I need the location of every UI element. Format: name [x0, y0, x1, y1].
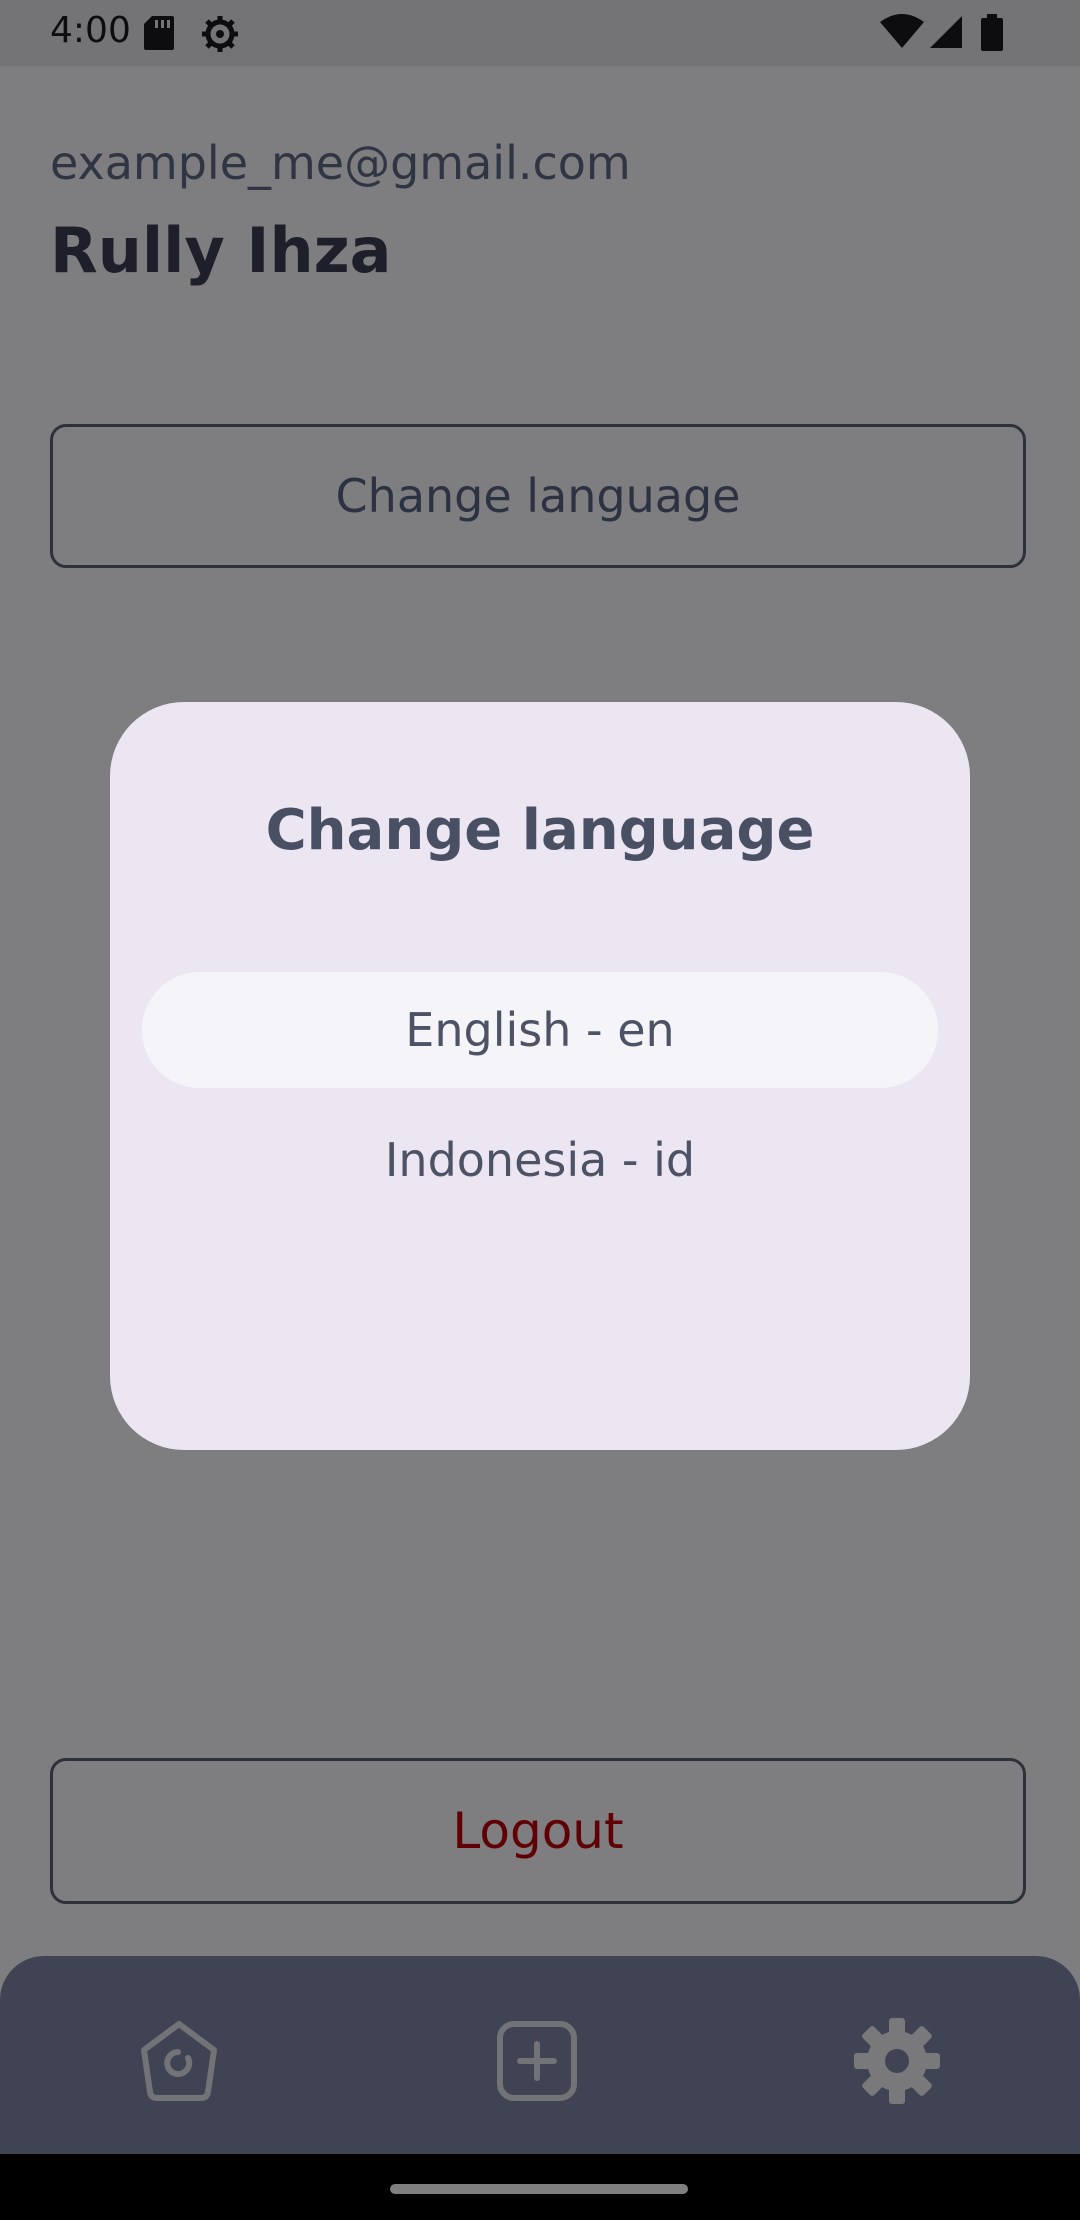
app-screen: 4:00 example_me@gmail.com Rully I: [0, 0, 1080, 2220]
dialog-title: Change language: [265, 798, 815, 863]
change-language-dialog: Change language English - en Indonesia -…: [110, 702, 970, 1450]
language-option-english[interactable]: English - en: [142, 972, 938, 1088]
language-option-indonesia[interactable]: Indonesia - id: [142, 1102, 938, 1218]
